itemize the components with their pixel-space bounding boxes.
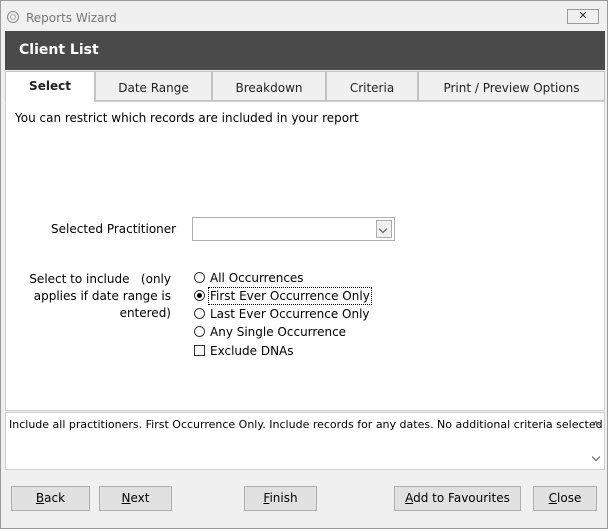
close-button[interactable]: Close <box>533 486 597 511</box>
back-mnemonic: B <box>35 491 45 505</box>
close-mnemonic: C <box>548 491 558 505</box>
intro-text: You can restrict which records are inclu… <box>15 111 359 125</box>
select-panel: You can restrict which records are inclu… <box>5 101 605 411</box>
include-label-line: entered) <box>119 306 171 320</box>
next-label: ext <box>130 491 150 505</box>
option-label: Last Ever Occurrence Only <box>210 307 370 321</box>
close-label: lose <box>557 491 582 505</box>
include-label: Select to include (only applies if date … <box>28 271 171 322</box>
option-label: All Occurrences <box>210 271 304 285</box>
title-bar: Reports Wizard ✕ <box>1 1 607 31</box>
checkbox-label: Exclude DNAs <box>210 344 294 358</box>
radio-button[interactable] <box>194 326 205 337</box>
criteria-summary: Include all practitioners. First Occurre… <box>5 412 605 470</box>
close-icon[interactable]: ✕ <box>567 9 599 24</box>
finish-button[interactable]: Finish <box>244 486 317 511</box>
radio-button-selected[interactable] <box>194 290 205 301</box>
tab-bar: Select Date Range Breakdown Criteria Pri… <box>5 71 605 102</box>
back-button[interactable]: Back <box>11 486 90 511</box>
next-button[interactable]: Next <box>99 486 172 511</box>
checkbox[interactable] <box>194 345 205 356</box>
app-icon <box>7 11 19 23</box>
tab-breakdown[interactable]: Breakdown <box>212 71 326 101</box>
window-title: Reports Wizard <box>26 11 117 25</box>
option-label: Any Single Occurrence <box>210 325 347 339</box>
tab-criteria[interactable]: Criteria <box>326 71 418 101</box>
practitioner-dropdown[interactable] <box>192 217 395 241</box>
radio-button[interactable] <box>194 272 205 283</box>
report-title: Client List <box>19 42 99 58</box>
tab-print-preview-options[interactable]: Print / Preview Options <box>418 71 605 101</box>
favourites-mnemonic: A <box>405 491 414 505</box>
back-label: ack <box>44 491 66 505</box>
reports-wizard-window: Reports Wizard ✕ Client List Select Date… <box>0 0 608 529</box>
chevron-down-icon[interactable] <box>376 220 392 238</box>
scroll-down-icon[interactable] <box>592 455 600 463</box>
report-header: Client List <box>5 31 605 70</box>
finish-label: inish <box>269 491 298 505</box>
include-label-line: Select to include (only <box>29 272 171 286</box>
tab-select[interactable]: Select <box>5 71 95 102</box>
summary-text: Include all practitioners. First Occurre… <box>9 418 603 431</box>
tab-date-range[interactable]: Date Range <box>95 71 212 101</box>
include-label-line: applies if date range is <box>33 289 171 303</box>
radio-button[interactable] <box>194 308 205 319</box>
practitioner-label: Selected Practitioner <box>51 222 177 236</box>
scroll-up-icon[interactable] <box>592 419 600 427</box>
next-mnemonic: N <box>121 491 131 505</box>
add-to-favourites-button[interactable]: Add to Favourites <box>394 486 521 511</box>
favourites-label: dd to Favourites <box>413 491 510 505</box>
option-label: First Ever Occurrence Only <box>208 287 372 305</box>
